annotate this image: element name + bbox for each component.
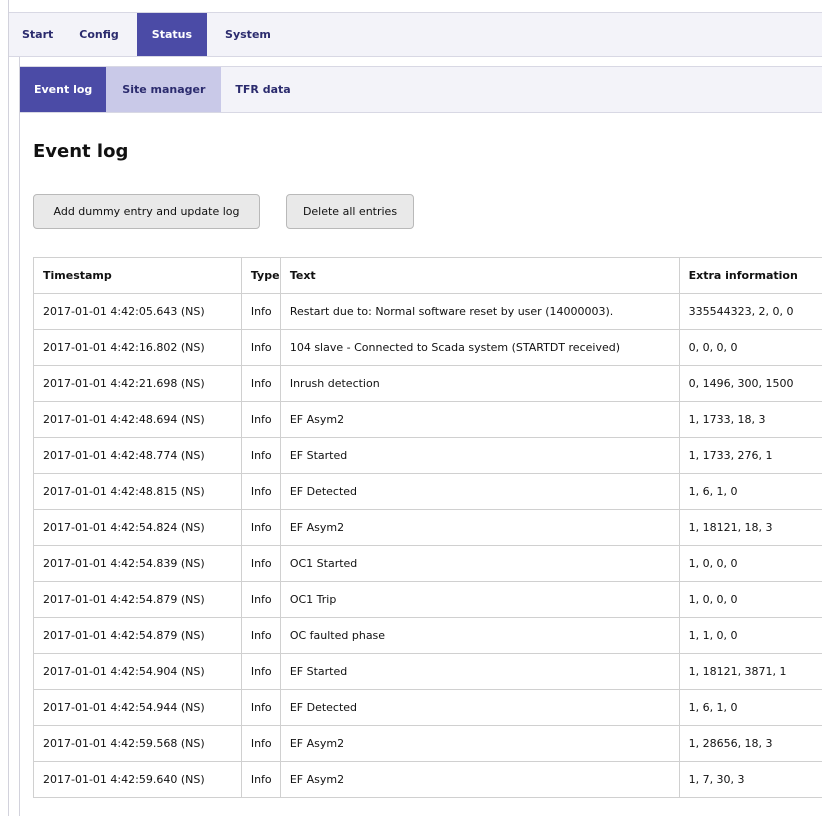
- table-row: 2017-01-01 4:42:48.774 (NS) Info EF Starte…: [33, 437, 822, 474]
- cell-extra-information: 1, 0, 0, 0: [678, 545, 822, 582]
- table-row: 2017-01-01 4:42:21.698 (NS) Info Inrush de…: [33, 365, 822, 402]
- cell-text: EF Asym2: [279, 401, 680, 438]
- cell-extra-information: 1, 18121, 3871, 1: [678, 653, 822, 690]
- cell-extra-information: 1, 1733, 18, 3: [678, 401, 822, 438]
- cell-extra-information: 0, 0, 0, 0: [678, 329, 822, 366]
- table-row: 2017-01-01 4:42:54.879 (NS) Info OC1 Trip 1…: [33, 581, 822, 618]
- cell-timestamp: 2017-01-01 4:42:59.640 (NS): [33, 761, 242, 798]
- cell-type: Info: [240, 509, 281, 546]
- cell-type: Info: [240, 545, 281, 582]
- event-log-table: Timestamp Type Text Extra information 20…: [33, 257, 822, 798]
- cell-text: Inrush detection: [279, 365, 680, 402]
- cell-timestamp: 2017-01-01 4:42:54.944 (NS): [33, 689, 242, 726]
- add-dummy-entry-button[interactable]: Add dummy entry and update log: [33, 194, 260, 229]
- tab-event-log[interactable]: Event log: [20, 67, 107, 112]
- cell-type: Info: [240, 329, 281, 366]
- sub-navigation: Event log Site manager TFR data: [20, 66, 822, 113]
- cell-type: Info: [240, 365, 281, 402]
- cell-text: EF Asym2: [279, 509, 680, 546]
- cell-timestamp: 2017-01-01 4:42:54.904 (NS): [33, 653, 242, 690]
- cell-type: Info: [240, 617, 281, 654]
- cell-text: EF Asym2: [279, 725, 680, 762]
- cell-extra-information: 1, 0, 0, 0: [678, 581, 822, 618]
- top-navigation: Start Config Status System: [9, 12, 822, 57]
- tab-system[interactable]: System: [212, 13, 284, 56]
- cell-timestamp: 2017-01-01 4:42:48.694 (NS): [33, 401, 242, 438]
- tab-start[interactable]: Start: [9, 13, 66, 56]
- page-frame: Start Config Status System Event log Sit…: [0, 0, 822, 816]
- table-row: 2017-01-01 4:42:05.643 (NS) Info Restart d…: [33, 293, 822, 330]
- cell-extra-information: 1, 7, 30, 3: [678, 761, 822, 798]
- cell-timestamp: 2017-01-01 4:42:16.802 (NS): [33, 329, 242, 366]
- column-header-text: Text: [279, 257, 680, 294]
- cell-extra-information: 1, 28656, 18, 3: [678, 725, 822, 762]
- cell-extra-information: 1, 18121, 18, 3: [678, 509, 822, 546]
- left-divider: [8, 0, 9, 816]
- cell-extra-information: 1, 6, 1, 0: [678, 473, 822, 510]
- cell-type: Info: [240, 437, 281, 474]
- table-row: 2017-01-01 4:42:59.640 (NS) Info EF Asym2 1…: [33, 761, 822, 798]
- cell-timestamp: 2017-01-01 4:42:05.643 (NS): [33, 293, 242, 330]
- page-title: Event log: [33, 141, 129, 162]
- cell-text: OC1 Started: [279, 545, 680, 582]
- cell-timestamp: 2017-01-01 4:42:54.824 (NS): [33, 509, 242, 546]
- cell-extra-information: 1, 6, 1, 0: [678, 689, 822, 726]
- table-row: 2017-01-01 4:42:59.568 (NS) Info EF Asym2 1…: [33, 725, 822, 762]
- cell-text: EF Asym2: [279, 761, 680, 798]
- cell-text: EF Detected: [279, 689, 680, 726]
- cell-type: Info: [240, 725, 281, 762]
- cell-timestamp: 2017-01-01 4:42:59.568 (NS): [33, 725, 242, 762]
- table-row: 2017-01-01 4:42:48.694 (NS) Info EF Asym2 1…: [33, 401, 822, 438]
- column-header-extra-information: Extra information: [678, 257, 822, 294]
- cell-extra-information: 0, 1496, 300, 1500: [678, 365, 822, 402]
- table-header-row: Timestamp Type Text Extra information: [33, 257, 822, 294]
- table-row: 2017-01-01 4:42:54.839 (NS) Info OC1 Start…: [33, 545, 822, 582]
- table-row: 2017-01-01 4:42:54.944 (NS) Info EF Detect…: [33, 689, 822, 726]
- tab-tfr-data[interactable]: TFR data: [221, 67, 304, 112]
- table-row: 2017-01-01 4:42:54.904 (NS) Info EF Starte…: [33, 653, 822, 690]
- cell-text: OC1 Trip: [279, 581, 680, 618]
- cell-text: 104 slave - Connected to Scada system (S…: [279, 329, 680, 366]
- tab-site-manager[interactable]: Site manager: [106, 67, 222, 112]
- cell-text: EF Started: [279, 437, 680, 474]
- tab-config[interactable]: Config: [66, 13, 132, 56]
- cell-type: Info: [240, 401, 281, 438]
- column-header-timestamp: Timestamp: [33, 257, 242, 294]
- tab-status[interactable]: Status: [136, 13, 208, 56]
- cell-timestamp: 2017-01-01 4:42:54.839 (NS): [33, 545, 242, 582]
- table-row: 2017-01-01 4:42:54.824 (NS) Info EF Asym2 1…: [33, 509, 822, 546]
- table-row: 2017-01-01 4:42:16.802 (NS) Info 104 slave…: [33, 329, 822, 366]
- cell-extra-information: 1, 1, 0, 0: [678, 617, 822, 654]
- cell-timestamp: 2017-01-01 4:42:54.879 (NS): [33, 581, 242, 618]
- delete-all-entries-button[interactable]: Delete all entries: [286, 194, 414, 229]
- cell-extra-information: 335544323, 2, 0, 0: [678, 293, 822, 330]
- cell-type: Info: [240, 761, 281, 798]
- cell-type: Info: [240, 653, 281, 690]
- cell-type: Info: [240, 293, 281, 330]
- table-row: 2017-01-01 4:42:48.815 (NS) Info EF Detect…: [33, 473, 822, 510]
- cell-text: Restart due to: Normal software reset by…: [279, 293, 680, 330]
- cell-text: OC faulted phase: [279, 617, 680, 654]
- cell-timestamp: 2017-01-01 4:42:48.815 (NS): [33, 473, 242, 510]
- cell-type: Info: [240, 473, 281, 510]
- cell-text: EF Detected: [279, 473, 680, 510]
- column-header-type: Type: [240, 257, 281, 294]
- cell-text: EF Started: [279, 653, 680, 690]
- cell-timestamp: 2017-01-01 4:42:48.774 (NS): [33, 437, 242, 474]
- cell-type: Info: [240, 581, 281, 618]
- cell-timestamp: 2017-01-01 4:42:21.698 (NS): [33, 365, 242, 402]
- table-body: 2017-01-01 4:42:05.643 (NS) Info Restart d…: [33, 293, 822, 798]
- cell-timestamp: 2017-01-01 4:42:54.879 (NS): [33, 617, 242, 654]
- cell-extra-information: 1, 1733, 276, 1: [678, 437, 822, 474]
- cell-type: Info: [240, 689, 281, 726]
- table-row: 2017-01-01 4:42:54.879 (NS) Info OC faulte…: [33, 617, 822, 654]
